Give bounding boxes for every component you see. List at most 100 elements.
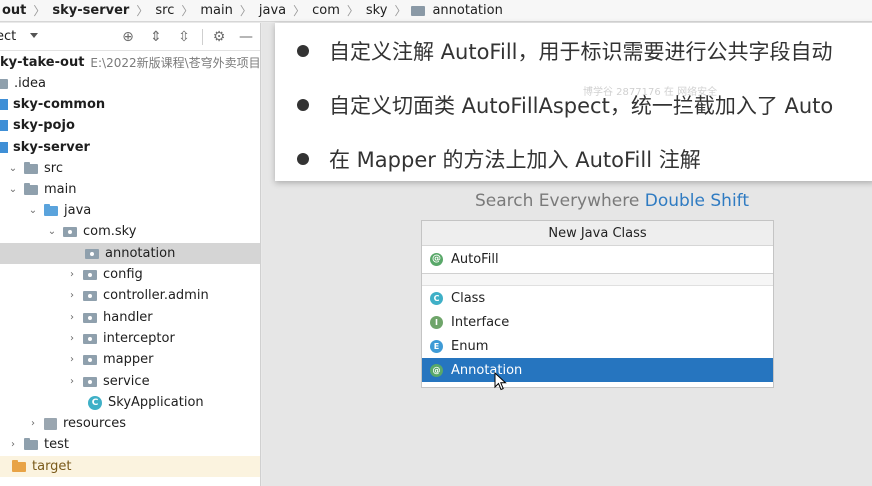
tree-item-target[interactable]: target	[0, 456, 260, 477]
tree-item-main[interactable]: ⌄ main	[0, 179, 260, 200]
chevron-right-icon[interactable]: ›	[67, 312, 77, 323]
module-icon	[0, 120, 8, 131]
breadcrumb-item-annotation[interactable]: annotation	[430, 3, 504, 18]
tree-item-label: service	[103, 374, 150, 389]
chevron-right-icon[interactable]: ›	[28, 418, 38, 429]
slide-bullet-text: 自定义切面类 AutoFillAspect，统一拦截加入了 Auto	[329, 94, 834, 118]
chevron-down-icon[interactable]: ⌄	[8, 184, 18, 195]
tree-item-mapper[interactable]: › mapper	[0, 349, 260, 370]
slide-bullet-text: 自定义注解 AutoFill，用于标识需要进行公共字段自动	[329, 40, 833, 64]
spring-class-icon: C	[88, 395, 102, 410]
tree-item-sky-server[interactable]: sky-server	[0, 137, 260, 158]
dialog-title: New Java Class	[422, 221, 773, 246]
tree-item-annotation[interactable]: annotation	[0, 243, 260, 264]
folder-icon	[411, 5, 426, 16]
collapse-all-icon[interactable]: ⇳	[175, 28, 193, 46]
class-name-value[interactable]: AutoFill	[451, 252, 499, 267]
package-icon	[83, 312, 97, 323]
slide-overlay: 自定义注解 AutoFill，用于标识需要进行公共字段自动 自定义切面类 Aut…	[275, 23, 872, 181]
header-divider	[202, 29, 203, 45]
breadcrumb-item-src[interactable]: src	[153, 3, 176, 18]
new-java-class-dialog: New Java Class @ AutoFill C Class I Inte…	[421, 220, 774, 388]
dialog-spacer	[422, 274, 773, 286]
option-enum[interactable]: E Enum	[422, 334, 773, 358]
resources-folder-icon	[44, 417, 57, 430]
slide-bullet: 自定义切面类 AutoFillAspect，统一拦截加入了 Auto	[297, 90, 833, 120]
slide-bullet: 自定义注解 AutoFill，用于标识需要进行公共字段自动	[297, 36, 833, 66]
option-interface[interactable]: I Interface	[422, 310, 773, 334]
tree-item-label: interceptor	[103, 331, 175, 346]
slide-bullet: 在 Mapper 的方法上加入 AutoFill 注解	[297, 144, 701, 174]
package-icon	[83, 269, 97, 280]
chevron-right-icon[interactable]: ›	[67, 269, 77, 280]
option-class[interactable]: C Class	[422, 286, 773, 310]
tree-item-interceptor[interactable]: › interceptor	[0, 328, 260, 349]
tree-item-label: sky-pojo	[13, 118, 75, 133]
breadcrumb-separator-icon: 〉	[33, 4, 46, 18]
chevron-right-icon[interactable]: ›	[67, 354, 77, 365]
breadcrumb-item-project[interactable]: out	[0, 3, 28, 18]
tree-item-src[interactable]: ⌄ src	[0, 158, 260, 179]
tree-item-label: java	[64, 203, 92, 218]
option-label: Class	[451, 290, 486, 306]
tree-item-project-root[interactable]: ky-take-out E:\2022新版课程\苍穹外卖项目	[0, 52, 261, 73]
locate-target-icon[interactable]: ⊕	[119, 28, 137, 46]
expand-all-icon[interactable]: ⇕	[147, 28, 165, 46]
navigation-breadcrumb: out 〉 sky-server 〉 src 〉 main 〉 java 〉 c…	[0, 0, 872, 22]
slide-bullet-text: 在 Mapper 的方法上加入 AutoFill 注解	[329, 148, 701, 172]
mouse-cursor-icon	[494, 372, 507, 391]
package-icon	[83, 290, 97, 301]
enum-icon: E	[430, 339, 443, 353]
breadcrumb-item-com[interactable]: com	[310, 3, 342, 18]
tree-item-sky-pojo[interactable]: sky-pojo	[0, 115, 260, 136]
tree-item-com-sky[interactable]: ⌄ com.sky	[0, 221, 260, 242]
project-path: E:\2022新版课程\苍穹外卖项目	[90, 56, 261, 70]
breadcrumb-separator-icon: 〉	[394, 4, 407, 18]
interface-icon: I	[430, 315, 443, 329]
package-icon	[85, 248, 99, 259]
tree-item-service[interactable]: › service	[0, 371, 260, 392]
tree-item-label: mapper	[103, 352, 154, 367]
breadcrumb-item-module[interactable]: sky-server	[50, 3, 131, 18]
tree-item-test[interactable]: › test	[0, 434, 260, 455]
project-view-selector[interactable]: ect	[0, 29, 16, 44]
breadcrumb-separator-icon: 〉	[293, 4, 306, 18]
project-tool-window: ect ⊕ ⇕ ⇳ ⚙ — ky-take-out E:\2022新版课程\苍穹…	[0, 23, 261, 486]
chevron-down-icon[interactable]: ⌄	[47, 226, 57, 237]
class-icon: C	[430, 291, 443, 305]
gear-icon[interactable]: ⚙	[210, 28, 228, 46]
tree-item-controller-admin[interactable]: › controller.admin	[0, 285, 260, 306]
minimize-icon[interactable]: —	[237, 28, 255, 46]
chevron-right-icon[interactable]: ›	[67, 333, 77, 344]
chevron-down-icon[interactable]: ⌄	[28, 205, 38, 216]
tree-item-label: test	[44, 437, 69, 452]
option-label: Enum	[451, 338, 489, 354]
breadcrumb-separator-icon: 〉	[181, 4, 194, 18]
tree-item-config[interactable]: › config	[0, 264, 260, 285]
tree-item-label: ky-take-out	[0, 55, 85, 70]
annotation-icon: @	[430, 253, 443, 266]
tree-item-label: .idea	[14, 76, 46, 91]
option-label: Interface	[451, 314, 510, 330]
chevron-down-icon[interactable]	[30, 33, 38, 38]
bullet-dot	[297, 153, 309, 165]
tree-item-skyapplication[interactable]: C SkyApplication	[0, 392, 260, 413]
breadcrumb-item-main[interactable]: main	[198, 3, 234, 18]
chevron-right-icon[interactable]: ›	[8, 439, 18, 450]
tree-item-idea[interactable]: .idea	[0, 73, 260, 94]
tree-item-label: target	[32, 459, 72, 474]
tree-item-sky-common[interactable]: sky-common	[0, 94, 260, 115]
chevron-right-icon[interactable]: ›	[67, 290, 77, 301]
tree-item-handler[interactable]: › handler	[0, 307, 260, 328]
breadcrumb-item-java[interactable]: java	[257, 3, 288, 18]
chevron-down-icon[interactable]: ⌄	[8, 163, 18, 174]
class-name-input[interactable]: @ AutoFill	[422, 246, 773, 274]
chevron-right-icon[interactable]: ›	[67, 376, 77, 387]
option-annotation[interactable]: @ Annotation	[422, 358, 773, 382]
tree-item-resources[interactable]: › resources	[0, 413, 260, 434]
folder-icon	[24, 161, 38, 174]
tree-item-java[interactable]: ⌄ java	[0, 200, 260, 221]
tree-item-label: controller.admin	[103, 288, 209, 303]
tree-item-label: com.sky	[83, 224, 137, 239]
breadcrumb-item-sky[interactable]: sky	[364, 3, 390, 18]
